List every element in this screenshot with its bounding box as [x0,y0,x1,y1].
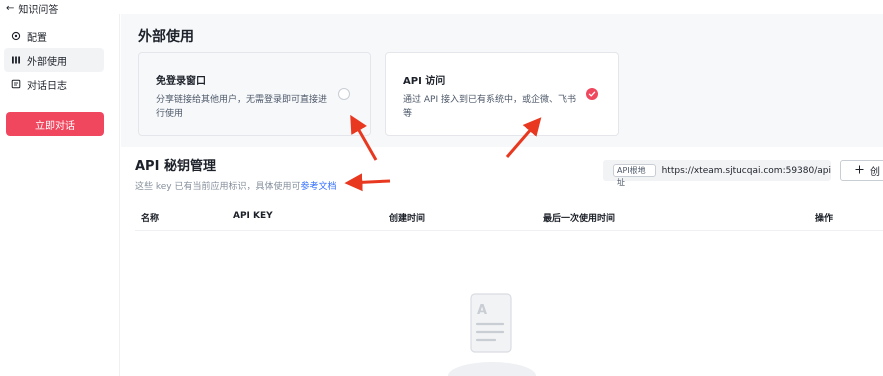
create-key-button[interactable]: 创 [840,160,883,181]
share-window-radio[interactable] [338,88,350,100]
log-icon [11,79,21,89]
sidebar-item-label: 配置 [27,32,47,44]
column-created-time: 创建时间 [389,214,426,224]
api-key-title: API 秘钥管理 [135,159,216,174]
app-window: ← 知识问答 配置 外部使用 对话日志 立即对话 外部使用 免登录窗口 分享链接… [0,0,883,376]
checkmark-icon [588,91,596,97]
api-access-radio[interactable] [586,88,598,100]
api-key-subtitle: 这些 key 已有当前应用标识，具体使用可参考文档 [135,179,337,192]
main-content: 外部使用 免登录窗口 分享链接给其他用户，无需登录即可直接进行使用 API 访问… [121,14,883,376]
column-name: 名称 [141,214,160,224]
column-actions: 操作 [815,214,834,224]
page-title: 外部使用 [138,29,194,45]
sidebar-item-config[interactable]: 配置 [4,24,104,48]
arrow-left-icon: ← [6,3,15,14]
card-description: 分享链接给其他用户，无需登录即可直接进行使用 [156,95,328,119]
api-url-tag: API根地址 [613,164,656,187]
column-last-used-time: 最后一次使用时间 [543,214,616,224]
api-key-table-header: 名称 API KEY 创建时间 最后一次使用时间 操作 [135,203,883,231]
empty-state-illustration: A [447,290,537,376]
svg-text:A: A [477,303,487,318]
sidebar-item-external[interactable]: 外部使用 [4,48,104,72]
plus-icon [855,165,864,177]
top-bar: ← 知识问答 [0,0,883,16]
empty-document-icon: A [448,293,536,376]
create-key-label: 创 [870,167,880,178]
api-url-text[interactable]: https://xteam.sjtucqai.com:59380/api [662,166,831,176]
card-title: 免登录窗口 [156,76,206,87]
card-description: 通过 API 接入到已有系统中，或企微、飞书等 [403,95,576,119]
sidebar: 配置 外部使用 对话日志 立即对话 [0,14,120,376]
column-api-key: API KEY [233,211,273,221]
start-chat-button[interactable]: 立即对话 [6,112,104,136]
sidebar-item-label: 外部使用 [27,56,67,68]
sidebar-item-label: 对话日志 [27,80,67,92]
share-window-card[interactable]: 免登录窗口 分享链接给其他用户，无需登录即可直接进行使用 [138,52,371,136]
doc-link[interactable]: 参考文档 [300,182,336,192]
columns-icon [11,55,21,65]
card-title: API 访问 [403,76,446,87]
gear-icon [11,31,21,41]
api-key-panel: API 秘钥管理 这些 key 已有当前应用标识，具体使用可参考文档 API根地… [121,147,883,376]
api-access-card[interactable]: API 访问 通过 API 接入到已有系统中，或企微、飞书等 [385,52,619,136]
api-key-subtitle-text: 这些 key 已有当前应用标识，具体使用可 [135,182,301,192]
api-base-url: API根地址 https://xteam.sjtucqai.com:59380/… [603,160,831,187]
sidebar-item-log[interactable]: 对话日志 [4,72,104,96]
